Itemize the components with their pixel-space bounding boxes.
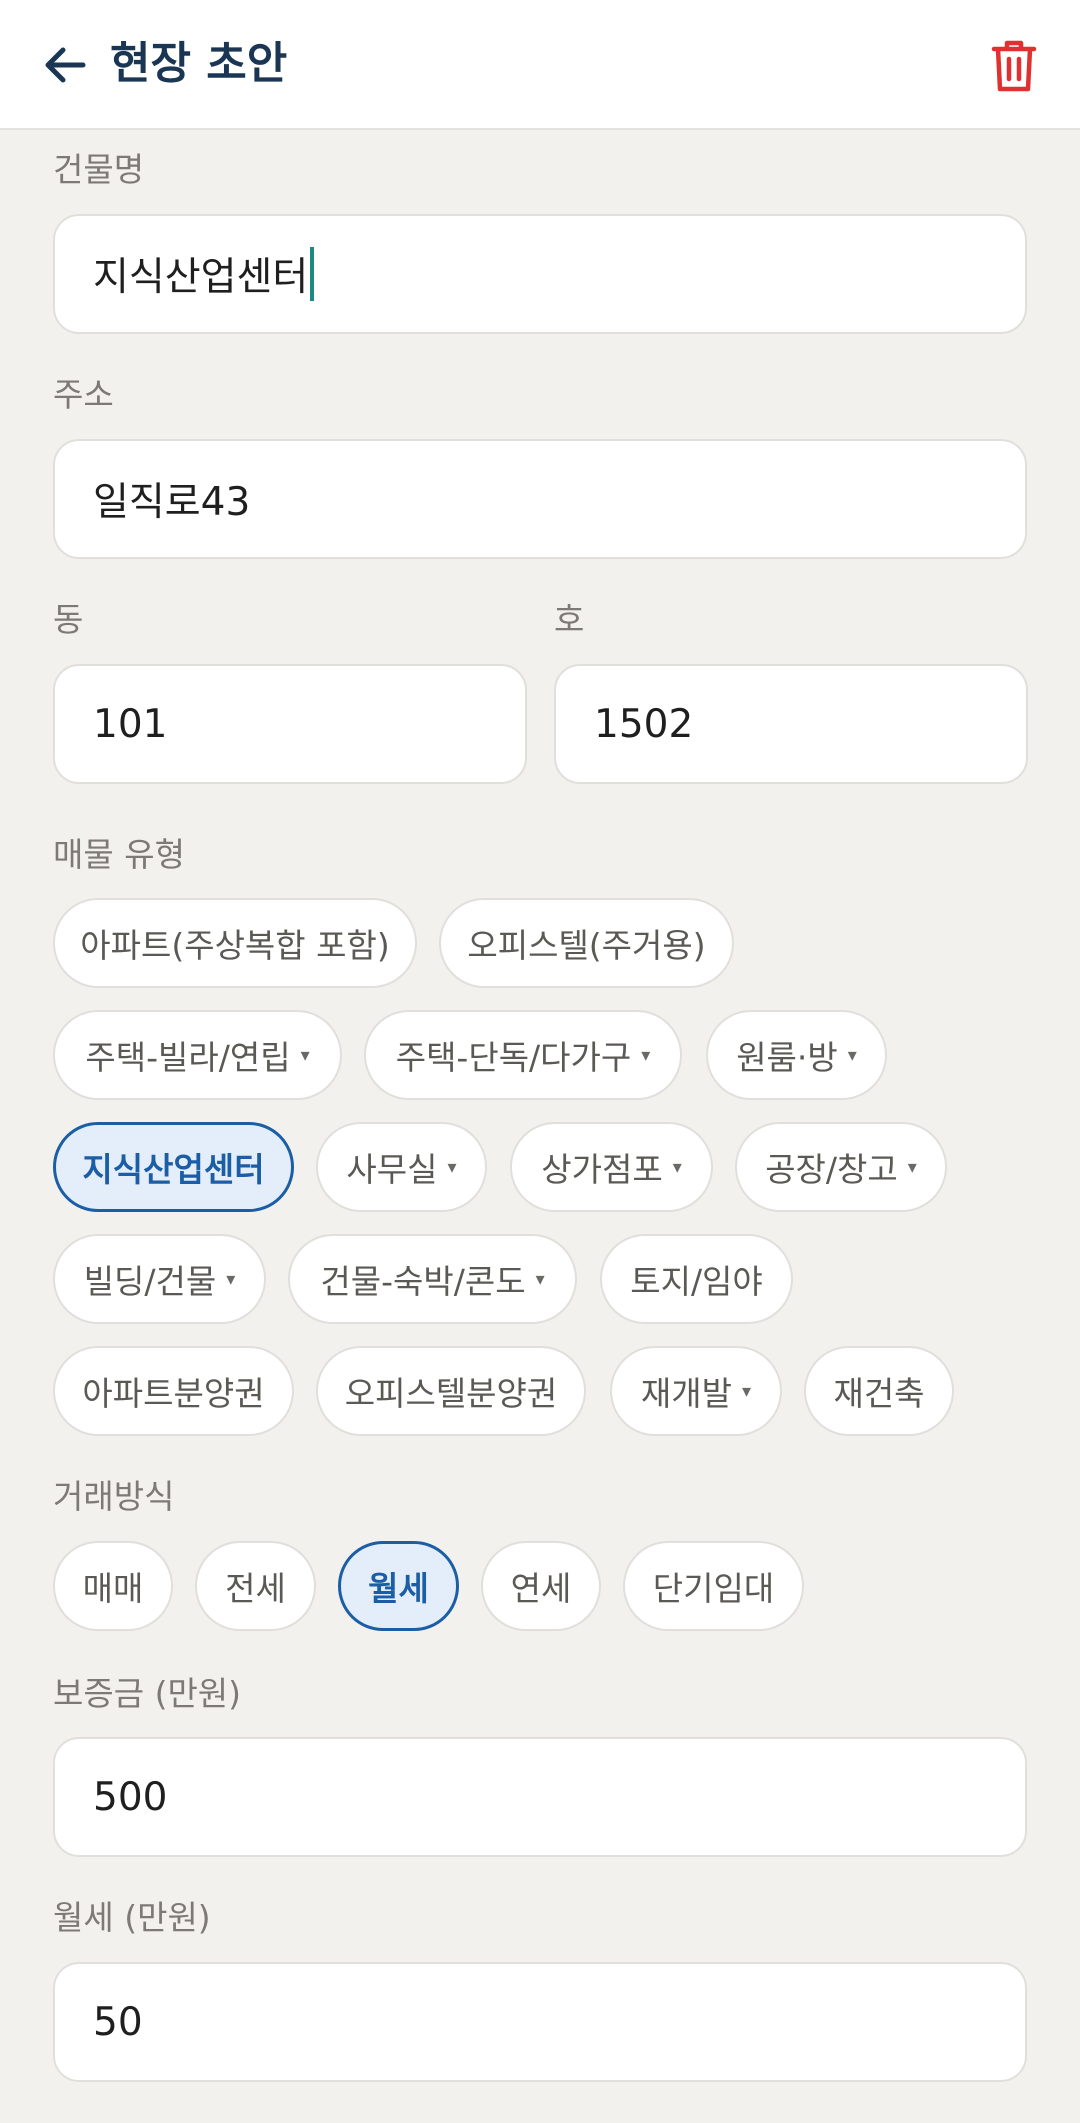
dong-field[interactable]: 101 [53,664,527,784]
property-chip[interactable]: 재개발 ▾ [610,1346,782,1436]
chevron-down-icon: ▾ [447,1156,457,1178]
property-chip[interactable]: 빌딩/건물 ▾ [53,1234,266,1324]
chip-label: 지식산업센터 [82,1150,265,1189]
deal-type-label: 거래방식 [53,1477,175,1516]
app-bar: 현장 초안 [0,0,1080,130]
delete-button[interactable] [984,34,1044,98]
chip-label: 아파트분양권 [82,1374,265,1413]
chip-label: 전세 [225,1569,286,1608]
chip-label: 주택-단독/다가구 [395,1038,632,1077]
chevron-down-icon: ▾ [535,1268,545,1290]
building-name-value: 지식산업센터 [93,255,309,300]
back-button[interactable] [34,34,96,96]
text-cursor [310,247,315,301]
building-name-label: 건물명 [53,150,145,189]
chevron-down-icon: ▾ [672,1156,682,1178]
chip-label: 매매 [82,1569,144,1608]
property-chip[interactable]: 주택-단독/다가구 ▾ [364,1010,682,1100]
chip-label: 아파트(주상복합 포함) [80,926,390,965]
chip-label: 오피스텔분양권 [344,1374,558,1413]
property-chip[interactable]: 재건축 [804,1346,954,1436]
ho-field[interactable]: 1502 [554,664,1028,784]
deal-chip-selected[interactable]: 월세 [338,1541,459,1631]
monthly-rent-label: 월세 (만원) [53,1898,211,1937]
ho-label: 호 [554,600,585,639]
chevron-down-icon: ▾ [300,1044,310,1066]
deal-chip[interactable]: 단기임대 [623,1541,804,1631]
property-chip[interactable]: 아파트(주상복합 포함) [53,898,417,988]
dong-label: 동 [53,600,84,639]
chip-label: 월세 [368,1569,429,1608]
chip-label: 오피스텔(주거용) [467,926,706,965]
chip-label: 원룸·방 [736,1038,838,1077]
monthly-rent-field[interactable]: 50 [53,1962,1027,2082]
chip-label: 사무실 [346,1150,438,1189]
chevron-down-icon: ▾ [907,1156,917,1178]
deposit-value: 500 [93,1774,168,1820]
property-type-label: 매물 유형 [53,835,185,874]
property-chip[interactable]: 상가점포 ▾ [510,1122,713,1212]
chip-label: 건물-숙박/콘도 [320,1262,526,1301]
ho-value: 1502 [594,701,694,747]
dong-value: 101 [93,701,168,747]
building-name-field[interactable]: 지식산업센터 [53,214,1027,334]
chevron-down-icon: ▾ [226,1268,236,1290]
chip-label: 토지/임야 [630,1262,763,1301]
deal-chip[interactable]: 전세 [195,1541,316,1631]
chip-label: 재개발 [640,1374,733,1413]
address-field[interactable]: 일직로43 [53,439,1027,559]
chip-label: 빌딩/건물 [83,1262,217,1301]
chevron-down-icon: ▾ [641,1044,651,1066]
chevron-down-icon: ▾ [847,1044,857,1066]
property-chip[interactable]: 아파트분양권 [53,1346,294,1436]
property-chip[interactable]: 건물-숙박/콘도 ▾ [288,1234,577,1324]
property-chip[interactable]: 토지/임야 [600,1234,793,1324]
property-chip[interactable]: 공장/창고 ▾ [735,1122,947,1212]
page-title: 현장 초안 [110,38,288,89]
deposit-field[interactable]: 500 [53,1737,1027,1857]
address-value: 일직로43 [93,480,251,525]
property-chip[interactable]: 사무실 ▾ [316,1122,487,1212]
property-chip-selected[interactable]: 지식산업센터 [53,1122,294,1212]
chip-label: 단기임대 [652,1569,775,1608]
deposit-label: 보증금 (만원) [53,1674,242,1713]
chevron-down-icon: ▾ [742,1380,752,1402]
trash-icon [991,40,1037,92]
deal-chip[interactable]: 연세 [481,1541,601,1631]
property-chip[interactable]: 원룸·방 ▾ [706,1010,887,1100]
chip-label: 공장/창고 [765,1150,898,1189]
monthly-rent-value: 50 [93,1999,143,2045]
property-chip[interactable]: 오피스텔(주거용) [439,898,734,988]
address-label: 주소 [53,375,114,414]
deal-chip[interactable]: 매매 [53,1541,173,1631]
property-chip[interactable]: 주택-빌라/연립 ▾ [53,1010,342,1100]
chip-label: 주택-빌라/연립 [85,1038,291,1077]
arrow-left-icon [45,47,86,83]
chip-label: 상가점포 [541,1150,663,1189]
property-chip[interactable]: 오피스텔분양권 [316,1346,586,1436]
chip-label: 연세 [510,1569,572,1608]
chip-label: 재건축 [833,1374,925,1413]
